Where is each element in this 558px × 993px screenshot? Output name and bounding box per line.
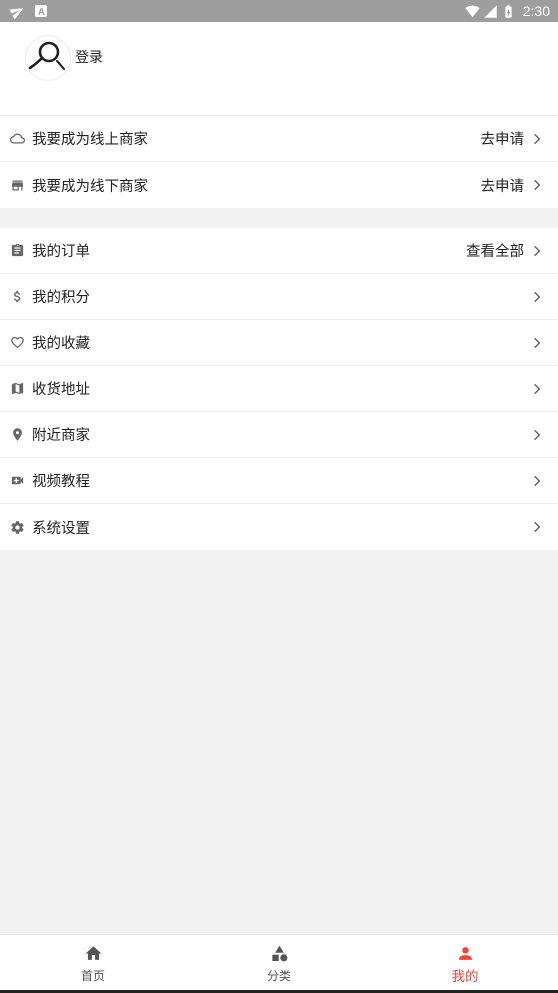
row-shipping-address[interactable]: 收货地址 (0, 366, 558, 412)
row-video-tutorials[interactable]: 视频教程 (0, 458, 558, 504)
location-pin-icon (10, 427, 25, 442)
row-system-settings[interactable]: 系统设置 (0, 504, 558, 550)
login-link[interactable]: 登录 (75, 49, 103, 67)
chevron-right-icon (534, 291, 541, 302)
a-notification-icon (35, 5, 47, 17)
person-icon (456, 944, 475, 963)
nav-label: 我的 (451, 969, 479, 985)
row-my-orders[interactable]: 我的订单 查看全部 (0, 228, 558, 274)
row-label: 我的订单 (32, 244, 90, 260)
row-label: 我要成为线下商家 (32, 178, 148, 195)
chevron-right-icon (534, 383, 541, 394)
chevron-right-icon (534, 337, 541, 348)
gear-icon (10, 520, 25, 535)
nav-label: 首页 (80, 969, 105, 983)
row-label: 附近商家 (32, 428, 90, 444)
signal-icon (483, 4, 498, 19)
chevron-right-icon (534, 521, 541, 533)
video-call-icon (10, 473, 25, 488)
dollar-icon (10, 289, 25, 304)
nav-label: 分类 (266, 969, 291, 983)
menu-section: 我的订单 查看全部 我的积分 我的收藏 收货地址 附近商家 视频教程 系统设置 (0, 228, 558, 550)
profile-header[interactable]: 登录 (0, 22, 558, 116)
status-bar: 2:30 (0, 0, 558, 22)
row-offline-merchant[interactable]: 我要成为线下商家 去申请 (0, 162, 558, 208)
clipboard-icon (10, 243, 25, 258)
row-my-points[interactable]: 我的积分 (0, 274, 558, 320)
wifi-icon (465, 4, 480, 19)
row-action[interactable]: 去申请 (481, 128, 525, 149)
chevron-right-icon (534, 429, 541, 440)
bottom-nav: 首页 分类 我的 (0, 934, 558, 990)
store-icon (10, 178, 25, 193)
status-time: 2:30 (522, 3, 550, 19)
row-label: 视频教程 (32, 474, 90, 490)
cloud-icon (10, 131, 25, 146)
row-nearby-merchants[interactable]: 附近商家 (0, 412, 558, 458)
view-all-link[interactable]: 查看全部 (466, 240, 524, 261)
row-action[interactable]: 去申请 (481, 175, 525, 196)
row-label: 系统设置 (32, 520, 90, 537)
heart-icon (10, 335, 25, 350)
avatar-icon[interactable] (24, 34, 72, 82)
row-label: 我的积分 (32, 290, 90, 306)
row-online-merchant[interactable]: 我要成为线上商家 去申请 (0, 116, 558, 162)
row-label: 我要成为线上商家 (32, 132, 148, 148)
chevron-right-icon (534, 133, 541, 144)
nav-home[interactable]: 首页 (0, 935, 186, 990)
chevron-right-icon (534, 475, 541, 486)
map-icon (10, 381, 25, 396)
row-my-favorites[interactable]: 我的收藏 (0, 320, 558, 366)
chevron-right-icon (534, 179, 541, 191)
send-icon (9, 4, 25, 19)
nav-category[interactable]: 分类 (186, 935, 372, 990)
battery-icon (501, 4, 516, 19)
merchant-section: 我要成为线上商家 去申请 我要成为线下商家 去申请 (0, 116, 558, 208)
row-label: 收货地址 (32, 382, 90, 398)
row-label: 我的收藏 (32, 336, 90, 352)
nav-mine[interactable]: 我的 (372, 935, 558, 990)
category-icon (270, 944, 289, 963)
home-icon (84, 944, 103, 963)
chevron-right-icon (534, 245, 541, 256)
